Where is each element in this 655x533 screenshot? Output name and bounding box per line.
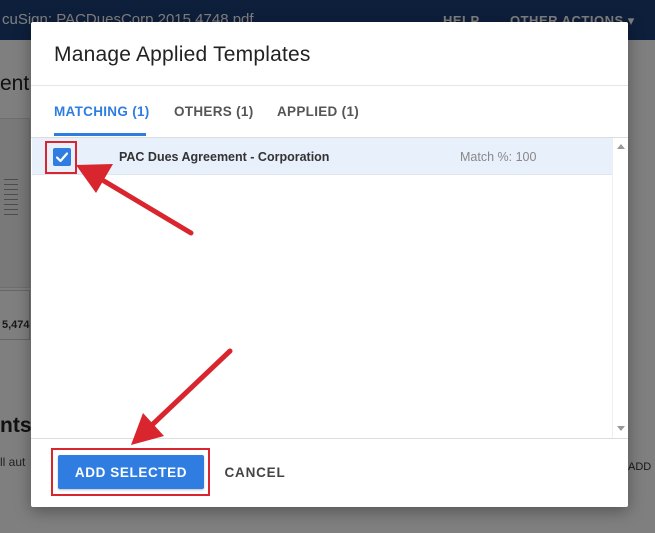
red-arrow-icon (76, 164, 194, 236)
red-arrow-icon (131, 348, 233, 445)
annotation-arrows (76, 164, 233, 445)
